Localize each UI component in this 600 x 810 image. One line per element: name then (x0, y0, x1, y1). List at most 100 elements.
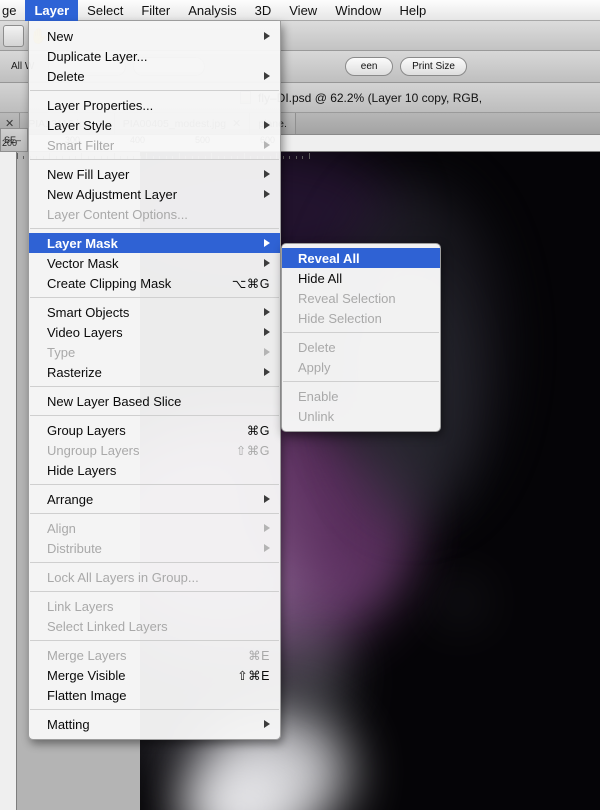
layer-menu-item-flatten-image[interactable]: Flatten Image (29, 685, 280, 705)
menu-item-label: Merge Visible (47, 667, 126, 683)
layer-menu-item-layer-properties[interactable]: Layer Properties... (29, 95, 280, 115)
submenu-arrow-icon (264, 259, 270, 267)
layer-mask-separator (283, 381, 439, 382)
menu-item-label: Link Layers (47, 598, 114, 614)
submenu-arrow-icon (264, 544, 270, 552)
vertical-ruler[interactable] (0, 135, 17, 810)
layer-menu-item-new-fill-layer[interactable]: New Fill Layer (29, 164, 280, 184)
layer-menu-separator (30, 562, 279, 563)
layer-menu-item-duplicate-layer[interactable]: Duplicate Layer... (29, 46, 280, 66)
layer-menu-separator (30, 228, 279, 229)
layer-menu-item-delete[interactable]: Delete (29, 66, 280, 86)
layer-menu-item-matting[interactable]: Matting (29, 714, 280, 734)
submenu-arrow-icon (264, 524, 270, 532)
layer-mask-submenu: Reveal All Hide All Reveal Selection Hide S… (281, 243, 441, 432)
menu-item-label: Align (47, 520, 76, 536)
layer-menu-item-type: Type (29, 342, 280, 362)
menu-item-label: Delete (47, 68, 85, 84)
layer-menu-item-distribute: Distribute (29, 538, 280, 558)
layer-menu-item-hide-layers[interactable]: Hide Layers (29, 460, 280, 480)
menubar-item-help[interactable]: Help (390, 0, 435, 21)
layer-menu-item-new[interactable]: New (29, 26, 280, 46)
menu-item-label: Select Linked Layers (47, 618, 168, 634)
layer-menu-item-layer-content-options: Layer Content Options... (29, 204, 280, 224)
menu-item-label: Apply (298, 359, 331, 375)
layer-menu-separator (30, 640, 279, 641)
layer-menu-item-layer-style[interactable]: Layer Style (29, 115, 280, 135)
layer-mask-item-reveal-all[interactable]: Reveal All (282, 248, 440, 268)
menu-item-label: Create Clipping Mask (47, 275, 172, 291)
menu-item-label: Smart Objects (47, 304, 130, 320)
menubar-item-analysis[interactable]: Analysis (179, 0, 245, 21)
menubar-item-3d[interactable]: 3D (246, 0, 281, 21)
submenu-arrow-icon (264, 72, 270, 80)
menu-item-label: Lock All Layers in Group... (47, 569, 199, 585)
layer-menu-separator (30, 513, 279, 514)
layer-mask-separator (283, 332, 439, 333)
layer-mask-item-enable: Enable (282, 386, 440, 406)
menu-item-label: Type (47, 344, 76, 360)
menu-item-label: New (47, 28, 74, 44)
layer-mask-item-unlink: Unlink (282, 406, 440, 426)
layer-mask-item-hide-selection: Hide Selection (282, 308, 440, 328)
menu-item-label: New Layer Based Slice (47, 393, 182, 409)
menu-item-shortcut: ⌘E (248, 648, 270, 663)
menu-item-label: Rasterize (47, 364, 102, 380)
submenu-arrow-icon (264, 348, 270, 356)
submenu-arrow-icon (264, 170, 270, 178)
menu-item-label: Layer Properties... (47, 97, 154, 113)
layer-menu-separator (30, 297, 279, 298)
menu-item-label: Enable (298, 388, 339, 404)
menu-item-label: New Adjustment Layer (47, 186, 178, 202)
menu-item-label: Smart Filter (47, 137, 115, 153)
layer-menu-item-rasterize[interactable]: Rasterize (29, 362, 280, 382)
layer-menu-separator (30, 709, 279, 710)
layer-menu-item-layer-mask[interactable]: Layer Mask (29, 233, 280, 253)
layer-mask-item-hide-all[interactable]: Hide All (282, 268, 440, 288)
layer-menu-item-arrange[interactable]: Arrange (29, 489, 280, 509)
layer-menu-item-smart-objects[interactable]: Smart Objects (29, 302, 280, 322)
layer-menu-separator (30, 591, 279, 592)
menu-item-label: Arrange (47, 491, 94, 507)
layer-menu-item-vector-mask[interactable]: Vector Mask (29, 253, 280, 273)
tool-preset-well[interactable] (3, 24, 24, 47)
layer-menu-item-lock-all-layers-in-group: Lock All Layers in Group... (29, 567, 280, 587)
layer-menu-item-video-layers[interactable]: Video Layers (29, 322, 280, 342)
menubar-item-image[interactable]: ge (0, 0, 25, 21)
menu-item-label: Hide Layers (47, 462, 117, 478)
layer-menu-item-group-layers[interactable]: Group Layers ⌘G (29, 420, 280, 440)
menubar-item-view[interactable]: View (280, 0, 326, 21)
fill-screen-button[interactable]: een (345, 57, 394, 76)
menu-item-label: Hide All (298, 270, 343, 286)
menu-item-label: Vector Mask (47, 255, 119, 271)
menubar-item-select[interactable]: Select (78, 0, 132, 21)
submenu-arrow-icon (264, 32, 270, 40)
menu-item-label: Video Layers (47, 324, 123, 340)
submenu-arrow-icon (264, 328, 270, 336)
layer-menu-item-new-adjustment-layer[interactable]: New Adjustment Layer (29, 184, 280, 204)
submenu-arrow-icon (264, 495, 270, 503)
layer-menu-item-ungroup-layers: Ungroup Layers ⇧⌘G (29, 440, 280, 460)
menu-item-shortcut: ⇧⌘E (237, 668, 270, 683)
submenu-arrow-icon (264, 141, 270, 149)
menubar-item-window[interactable]: Window (326, 0, 390, 21)
layer-menu-separator (30, 90, 279, 91)
document-title: fly–DI.psd @ 62.2% (Layer 10 copy, RGB, (258, 90, 483, 105)
submenu-arrow-icon (264, 368, 270, 376)
menubar-item-layer[interactable]: Layer (25, 0, 79, 21)
menu-item-label: Layer Content Options... (47, 206, 188, 222)
submenu-arrow-icon (264, 121, 270, 129)
print-size-button[interactable]: Print Size (400, 57, 467, 76)
layer-menu-separator (30, 159, 279, 160)
layer-mask-item-reveal-selection: Reveal Selection (282, 288, 440, 308)
submenu-arrow-icon (264, 720, 270, 728)
menu-item-label: Reveal Selection (298, 290, 396, 306)
menubar-item-filter[interactable]: Filter (132, 0, 179, 21)
submenu-arrow-icon (264, 190, 270, 198)
layer-menu-item-create-clipping-mask[interactable]: Create Clipping Mask ⌥⌘G (29, 273, 280, 293)
layer-menu-item-merge-visible[interactable]: Merge Visible ⇧⌘E (29, 665, 280, 685)
layer-menu-separator (30, 415, 279, 416)
submenu-arrow-icon (264, 239, 270, 247)
layer-menu-item-new-layer-based-slice[interactable]: New Layer Based Slice (29, 391, 280, 411)
menu-item-label: Flatten Image (47, 687, 127, 703)
